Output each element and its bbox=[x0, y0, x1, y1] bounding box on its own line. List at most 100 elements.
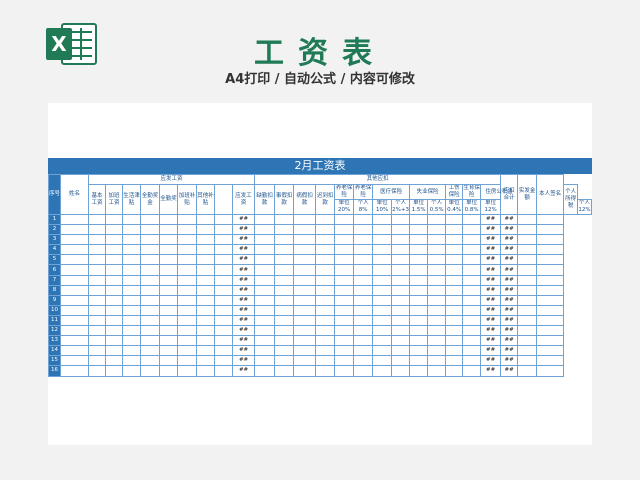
table-cell[interactable] bbox=[293, 264, 317, 276]
table-cell[interactable] bbox=[254, 284, 276, 296]
table-cell[interactable] bbox=[214, 213, 233, 226]
table-cell[interactable] bbox=[517, 325, 538, 337]
table-cell[interactable] bbox=[60, 284, 89, 296]
table-cell[interactable] bbox=[334, 345, 355, 357]
table-cell[interactable] bbox=[315, 325, 336, 337]
table-cell[interactable] bbox=[334, 213, 355, 226]
table-cell[interactable] bbox=[177, 294, 197, 306]
table-cell[interactable] bbox=[177, 314, 197, 327]
table-cell[interactable] bbox=[60, 244, 89, 256]
table-cell[interactable] bbox=[60, 254, 89, 266]
table-cell[interactable] bbox=[274, 304, 295, 316]
table-cell[interactable] bbox=[254, 345, 276, 357]
table-cell[interactable] bbox=[293, 365, 317, 377]
table-cell[interactable] bbox=[254, 224, 276, 236]
table-cell[interactable] bbox=[254, 314, 276, 327]
should-pay-cell[interactable]: ## bbox=[231, 314, 256, 327]
table-cell[interactable] bbox=[122, 314, 141, 327]
table-cell[interactable] bbox=[409, 294, 429, 306]
table-cell[interactable] bbox=[353, 365, 374, 377]
table-cell[interactable] bbox=[427, 264, 447, 276]
table-cell[interactable] bbox=[214, 234, 233, 246]
table-cell[interactable] bbox=[214, 264, 233, 276]
table-cell[interactable] bbox=[391, 264, 411, 276]
table-cell[interactable] bbox=[159, 365, 178, 377]
table-cell[interactable] bbox=[517, 224, 538, 236]
table-cell[interactable] bbox=[334, 224, 355, 236]
table-cell[interactable] bbox=[60, 234, 89, 246]
table-cell[interactable] bbox=[214, 274, 233, 286]
table-cell[interactable] bbox=[353, 304, 374, 316]
table-cell[interactable] bbox=[274, 213, 295, 226]
table-cell[interactable] bbox=[293, 244, 317, 256]
table-cell[interactable] bbox=[315, 234, 336, 246]
table-cell[interactable] bbox=[334, 355, 355, 367]
table-cell[interactable] bbox=[254, 244, 276, 256]
table-cell[interactable] bbox=[409, 234, 429, 246]
table-cell[interactable] bbox=[122, 345, 141, 357]
table-cell[interactable] bbox=[315, 254, 336, 266]
table-cell[interactable] bbox=[254, 335, 276, 347]
table-cell[interactable] bbox=[159, 274, 178, 286]
table-cell[interactable] bbox=[334, 254, 355, 266]
table-cell[interactable] bbox=[293, 234, 317, 246]
table-cell[interactable] bbox=[274, 224, 295, 236]
table-cell[interactable] bbox=[462, 345, 482, 357]
table-cell[interactable] bbox=[159, 314, 178, 327]
header-injury[interactable]: 工伤保险 bbox=[445, 184, 464, 200]
table-cell[interactable] bbox=[536, 274, 565, 286]
should-pay-cell[interactable]: ## bbox=[231, 345, 256, 357]
table-cell[interactable] bbox=[88, 254, 106, 266]
table-cell[interactable] bbox=[445, 345, 464, 357]
table-cell[interactable] bbox=[353, 345, 374, 357]
table-cell[interactable] bbox=[88, 314, 106, 327]
table-cell[interactable] bbox=[254, 274, 276, 286]
table-cell[interactable] bbox=[122, 335, 141, 347]
table-cell[interactable] bbox=[274, 284, 295, 296]
table-cell[interactable] bbox=[315, 345, 336, 357]
table-cell[interactable] bbox=[409, 284, 429, 296]
table-cell[interactable] bbox=[274, 365, 295, 377]
table-cell[interactable] bbox=[536, 213, 565, 226]
table-cell[interactable] bbox=[391, 355, 411, 367]
table-cell[interactable] bbox=[409, 335, 429, 347]
should-deduct-cell[interactable]: ## bbox=[480, 274, 502, 286]
table-cell[interactable] bbox=[372, 254, 393, 266]
table-cell[interactable] bbox=[353, 355, 374, 367]
table-cell[interactable] bbox=[274, 274, 295, 286]
header-medical[interactable]: 医疗保险 bbox=[372, 184, 411, 200]
table-cell[interactable] bbox=[214, 314, 233, 327]
table-cell[interactable] bbox=[445, 254, 464, 266]
should-deduct-cell[interactable]: ## bbox=[480, 234, 502, 246]
table-cell[interactable] bbox=[254, 294, 276, 306]
table-cell[interactable] bbox=[462, 284, 482, 296]
table-cell[interactable] bbox=[372, 365, 393, 377]
table-cell[interactable] bbox=[517, 345, 538, 357]
table-cell[interactable] bbox=[105, 314, 123, 327]
table-cell[interactable] bbox=[427, 325, 447, 337]
table-cell[interactable] bbox=[177, 355, 197, 367]
header-overtime-subsidy[interactable]: 加班补贴 bbox=[177, 184, 197, 215]
table-cell[interactable] bbox=[462, 304, 482, 316]
table-cell[interactable] bbox=[315, 284, 336, 296]
table-cell[interactable] bbox=[462, 274, 482, 286]
table-cell[interactable] bbox=[159, 355, 178, 367]
table-cell[interactable] bbox=[105, 304, 123, 316]
actual-pay-cell[interactable]: ## bbox=[500, 264, 519, 276]
table-cell[interactable] bbox=[88, 224, 106, 236]
table-cell[interactable] bbox=[427, 213, 447, 226]
table-cell[interactable] bbox=[315, 213, 336, 226]
table-cell[interactable] bbox=[334, 304, 355, 316]
table-cell[interactable] bbox=[140, 284, 160, 296]
table-cell[interactable] bbox=[140, 224, 160, 236]
table-cell[interactable] bbox=[60, 294, 89, 306]
table-cell[interactable] bbox=[60, 335, 89, 347]
table-cell[interactable] bbox=[196, 274, 215, 286]
table-cell[interactable] bbox=[293, 224, 317, 236]
table-cell[interactable] bbox=[462, 234, 482, 246]
table-cell[interactable] bbox=[140, 213, 160, 226]
actual-pay-cell[interactable]: ## bbox=[500, 254, 519, 266]
table-cell[interactable] bbox=[536, 234, 565, 246]
table-cell[interactable] bbox=[517, 254, 538, 266]
table-cell[interactable] bbox=[427, 335, 447, 347]
